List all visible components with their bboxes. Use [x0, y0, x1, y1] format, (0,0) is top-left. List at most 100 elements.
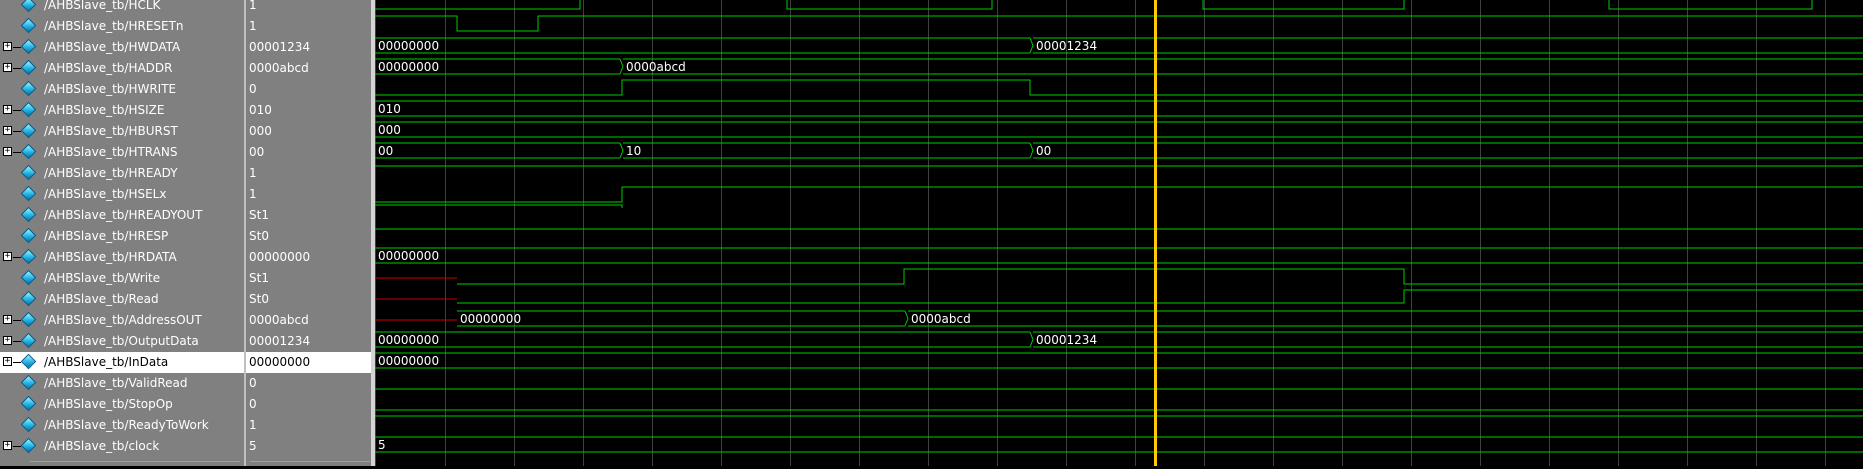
- tree-connector: [13, 131, 21, 132]
- signal-name: /AHBSlave_tb/HSIZE: [44, 103, 165, 117]
- wave-hselx: [375, 186, 1863, 208]
- wave-label-hrdata: 00000000: [378, 249, 439, 263]
- signal-name: /AHBSlave_tb/HREADYOUT: [44, 208, 203, 222]
- wave-label-hwdata-a: 00000000: [378, 39, 439, 53]
- signal-value: 0000abcd: [249, 313, 309, 327]
- signal-row[interactable]: /AHBSlave_tb/StopOp: [0, 394, 244, 415]
- signal-row[interactable]: /AHBSlave_tb/Write: [0, 268, 244, 289]
- signal-value: 1: [249, 187, 257, 201]
- expand-icon[interactable]: +: [3, 126, 12, 135]
- signal-row[interactable]: + /AHBSlave_tb/HBURST: [0, 121, 244, 142]
- expand-icon[interactable]: +: [3, 252, 12, 261]
- signal-row[interactable]: + /AHBSlave_tb/AddressOUT: [0, 310, 244, 331]
- signal-value: 1: [249, 418, 257, 432]
- signal-name: /AHBSlave_tb/ReadyToWork: [44, 418, 209, 432]
- signal-row[interactable]: + /AHBSlave_tb/HADDR: [0, 58, 244, 79]
- wave-label-clock: 5: [378, 438, 386, 452]
- signal-diamond-icon: [20, 248, 37, 265]
- wave-hclk: [375, 0, 1813, 10]
- signal-diamond-icon: [20, 59, 37, 76]
- signal-diamond-icon: [20, 416, 37, 433]
- signal-value: 0: [249, 82, 257, 96]
- signal-row[interactable]: + /AHBSlave_tb/HSIZE: [0, 100, 244, 121]
- wave-hresetn: [375, 15, 1863, 32]
- tree-connector: [13, 257, 21, 258]
- signal-value: St0: [249, 229, 269, 243]
- signal-row[interactable]: /AHBSlave_tb/HREADY: [0, 163, 244, 184]
- wave-label-addressout-b: 0000abcd: [911, 312, 971, 326]
- signal-row[interactable]: + /AHBSlave_tb/OutputData: [0, 331, 244, 352]
- wave-addressout: [457, 310, 1863, 327]
- expand-icon[interactable]: +: [3, 357, 12, 366]
- signal-diamond-icon: [20, 290, 37, 307]
- signal-diamond-icon: [20, 122, 37, 139]
- wave-haddr: [375, 58, 1863, 75]
- signal-value: 00000000: [249, 250, 311, 264]
- signal-row[interactable]: /AHBSlave_tb/HRESP: [0, 226, 244, 247]
- signal-row[interactable]: /AHBSlave_tb/HWRITE: [0, 79, 244, 100]
- tree-connector: [13, 68, 21, 69]
- signal-row[interactable]: + /AHBSlave_tb/clock: [0, 436, 244, 457]
- wave-read: [457, 289, 1863, 304]
- signal-name: /AHBSlave_tb/HSELx: [44, 187, 167, 201]
- signal-name: /AHBSlave_tb/Write: [44, 271, 161, 285]
- signal-diamond-icon: [20, 185, 37, 202]
- signal-row[interactable]: /AHBSlave_tb/HREADYOUT: [0, 205, 244, 226]
- signal-value: 5: [249, 439, 257, 453]
- wave-hwdata: [375, 37, 1863, 54]
- signal-row[interactable]: /AHBSlave_tb/ValidRead: [0, 373, 244, 394]
- signal-name: /AHBSlave_tb/HTRANS: [44, 145, 178, 159]
- signal-value: 1: [249, 19, 257, 33]
- signal-value: St1: [249, 271, 269, 285]
- tree-connector: [13, 362, 21, 363]
- signal-diamond-icon: [20, 38, 37, 55]
- signal-diamond-icon: [20, 395, 37, 412]
- tree-connector: [13, 47, 21, 48]
- signal-row[interactable]: /AHBSlave_tb/HRESETn: [0, 16, 244, 37]
- signal-name: /AHBSlave_tb/InData: [44, 355, 169, 369]
- wave-label-addressout-a: 00000000: [460, 312, 521, 326]
- wave-label-indata: 00000000: [378, 354, 439, 368]
- expand-icon[interactable]: +: [3, 336, 12, 345]
- signal-diamond-icon: [20, 374, 37, 391]
- wave-label-hwdata-b: 00001234: [1036, 39, 1097, 53]
- waveform-canvas[interactable]: 00000000 00001234 00000000 0000abcd 010 …: [375, 0, 1863, 466]
- signal-value: 1: [249, 0, 257, 12]
- pane-divider: [30, 461, 240, 462]
- waveform-pane[interactable]: 00000000 00001234 00000000 0000abcd 010 …: [375, 0, 1863, 466]
- wave-hburst: [375, 121, 1863, 138]
- signal-diamond-icon: [20, 227, 37, 244]
- wave-write: [457, 268, 1863, 285]
- signal-diamond-icon: [20, 143, 37, 160]
- signal-name: /AHBSlave_tb/HRDATA: [44, 250, 177, 264]
- signal-row[interactable]: /AHBSlave_tb/HSELx: [0, 184, 244, 205]
- signal-value: 010: [249, 103, 272, 117]
- wave-hsize: [375, 100, 1863, 117]
- signal-row[interactable]: /AHBSlave_tb/Read: [0, 289, 244, 310]
- signal-row[interactable]: + /AHBSlave_tb/HRDATA: [0, 247, 244, 268]
- expand-icon[interactable]: +: [3, 441, 12, 450]
- tree-connector: [13, 110, 21, 111]
- tree-connector: [13, 446, 21, 447]
- wave-label-htrans-b: 10: [626, 144, 641, 158]
- signal-row[interactable]: + /AHBSlave_tb/HTRANS: [0, 142, 244, 163]
- expand-icon[interactable]: +: [3, 42, 12, 51]
- signal-name: /AHBSlave_tb/HADDR: [44, 61, 173, 75]
- expand-icon[interactable]: +: [3, 147, 12, 156]
- expand-icon[interactable]: +: [3, 315, 12, 324]
- signal-row[interactable]: + /AHBSlave_tb/HWDATA: [0, 37, 244, 58]
- signal-diamond-icon: [20, 311, 37, 328]
- signal-row[interactable]: /AHBSlave_tb/ReadyToWork: [0, 415, 244, 436]
- tree-connector: [13, 152, 21, 153]
- signal-row[interactable]: + /AHBSlave_tb/InData: [0, 352, 244, 373]
- time-grid: [375, 0, 1826, 466]
- wave-outputdata: [375, 331, 1863, 348]
- signal-row[interactable]: /AHBSlave_tb/HCLK: [0, 0, 244, 16]
- expand-icon[interactable]: +: [3, 63, 12, 72]
- time-cursor[interactable]: [1154, 0, 1157, 466]
- signal-value: St1: [249, 208, 269, 222]
- expand-icon[interactable]: +: [3, 105, 12, 114]
- signal-diamond-icon: [20, 80, 37, 97]
- wave-indata: [375, 352, 1863, 369]
- signal-name: /AHBSlave_tb/Read: [44, 292, 159, 306]
